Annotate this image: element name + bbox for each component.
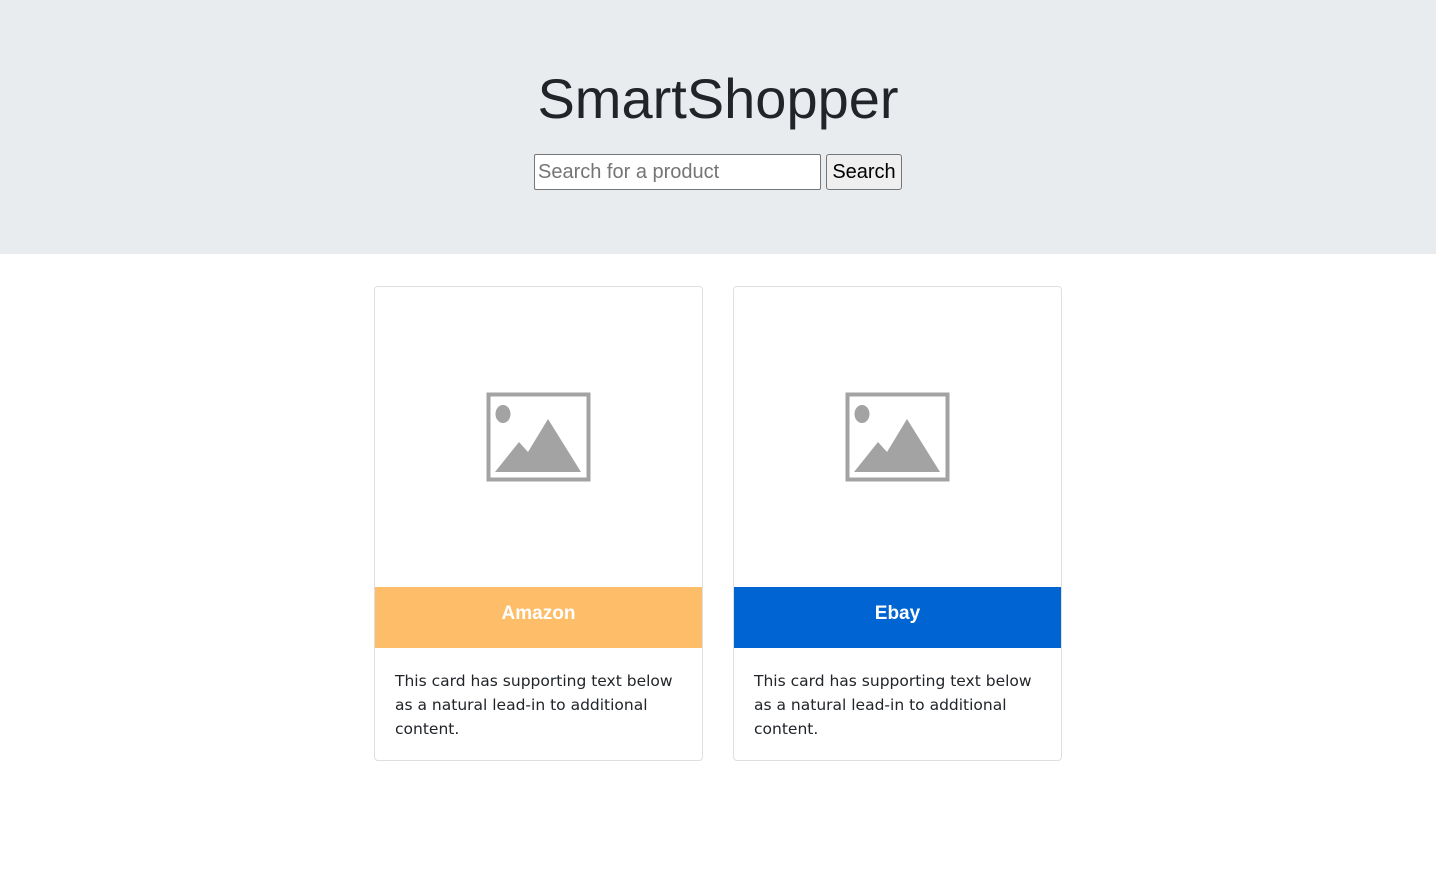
card-image <box>734 287 1061 587</box>
store-name: Amazon <box>501 602 576 624</box>
card-header-amazon[interactable]: Amazon <box>375 587 702 648</box>
store-name: Ebay <box>874 602 921 624</box>
store-card-amazon: Amazon This card has supporting text bel… <box>374 286 703 761</box>
page-title: SmartShopper <box>537 67 899 130</box>
card-image <box>375 287 702 587</box>
card-header-ebay[interactable]: Ebay <box>734 587 1061 648</box>
store-card-ebay: Ebay This card has supporting text below… <box>733 286 1062 761</box>
image-placeholder-icon <box>486 392 591 482</box>
search-button[interactable]: Search <box>826 154 902 190</box>
hero-banner: SmartShopper Search <box>0 0 1436 254</box>
search-input[interactable] <box>534 154 821 190</box>
image-placeholder-icon <box>845 392 950 482</box>
card-text: This card has supporting text below as a… <box>395 672 673 738</box>
card-text: This card has supporting text below as a… <box>754 672 1032 738</box>
